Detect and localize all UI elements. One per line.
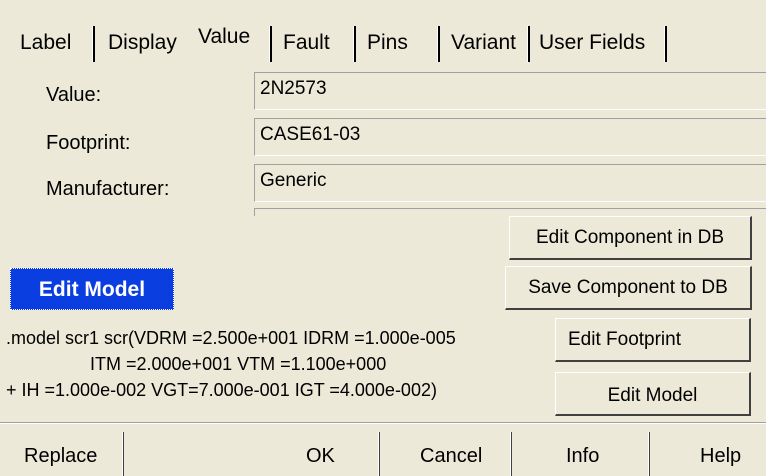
- bottom-separator: [378, 432, 380, 476]
- manufacturer-field[interactable]: Generic: [254, 164, 766, 202]
- edit-component-in-db-button[interactable]: Edit Component in DB: [509, 216, 752, 260]
- extra-field[interactable]: [254, 208, 766, 216]
- bottom-separator: [510, 432, 512, 476]
- tab-divider: [437, 26, 440, 62]
- cancel-button[interactable]: Cancel: [420, 436, 482, 476]
- info-button[interactable]: Info: [566, 436, 599, 476]
- model-text-line-2: ITM =2.000e+001 VTM =1.100e+000: [90, 354, 387, 374]
- tab-user-fields[interactable]: User Fields: [535, 22, 645, 64]
- tab-pins[interactable]: Pins: [363, 22, 408, 64]
- save-component-to-db-button[interactable]: Save Component to DB: [505, 266, 752, 310]
- edit-model-button[interactable]: Edit Model: [555, 372, 751, 416]
- tab-divider: [664, 26, 667, 62]
- bottom-separator: [648, 432, 650, 476]
- edit-footprint-button[interactable]: Edit Footprint: [555, 318, 751, 362]
- manufacturer-label: Manufacturer:: [46, 178, 170, 200]
- edit-model-badge[interactable]: Edit Model: [10, 268, 174, 310]
- tab-label[interactable]: Label: [16, 22, 71, 64]
- tab-divider: [353, 26, 356, 62]
- replace-button[interactable]: Replace: [24, 436, 97, 476]
- tab-value[interactable]: Value: [194, 16, 250, 58]
- value-field[interactable]: 2N2573: [254, 72, 766, 110]
- bottom-separator: [122, 432, 124, 476]
- footprint-field[interactable]: CASE61-03: [254, 118, 766, 156]
- tab-fault[interactable]: Fault: [279, 22, 330, 64]
- model-text-line-1: .model scr1 scr(VDRM =2.500e+001 IDRM =1…: [6, 328, 456, 348]
- tab-divider: [527, 26, 530, 62]
- help-button[interactable]: Help: [700, 436, 741, 476]
- ok-button[interactable]: OK: [306, 436, 335, 476]
- model-text-line-3: + IH =1.000e-002 VGT=7.000e-001 IGT =4.0…: [6, 380, 437, 400]
- bottom-divider: [0, 422, 766, 424]
- tab-variant[interactable]: Variant: [447, 22, 516, 64]
- tab-divider: [269, 26, 272, 62]
- footprint-label: Footprint:: [46, 132, 131, 154]
- value-label: Value:: [46, 84, 102, 106]
- tab-display[interactable]: Display: [104, 22, 177, 64]
- tab-divider: [92, 26, 95, 62]
